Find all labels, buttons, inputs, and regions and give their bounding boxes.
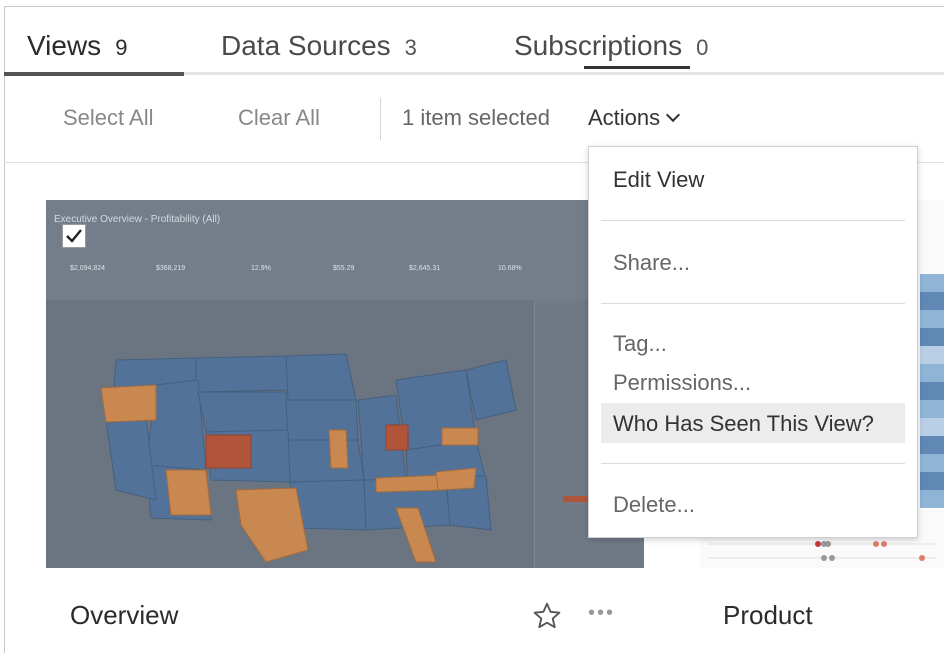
us-map-graphic	[46, 300, 534, 568]
tab-subscriptions-count: 0	[696, 35, 709, 60]
selection-status: 1 item selected	[402, 105, 550, 130]
thumbnail-kpi: $368,219	[156, 265, 186, 272]
tab-views[interactable]: Views 9	[27, 30, 127, 62]
grid-cell	[920, 490, 944, 509]
favorite-star-icon[interactable]	[531, 600, 563, 637]
menu-item-permissions[interactable]: Permissions...	[613, 370, 751, 396]
view-title-product[interactable]: Product	[723, 600, 813, 631]
view-title-overview[interactable]: Overview	[70, 600, 178, 631]
actions-active-underline	[584, 66, 690, 69]
grid-cell	[920, 292, 944, 311]
menu-divider	[601, 303, 905, 304]
grid-cell	[920, 454, 944, 473]
grid-cell	[920, 472, 944, 491]
tab-views-count: 9	[115, 35, 128, 60]
checkmark-icon	[66, 229, 82, 243]
tab-views-label: Views	[27, 30, 102, 61]
view-thumbnail-overview[interactable]: Executive Overview - Profitability (All)…	[46, 200, 644, 568]
thumbnail-kpi: $55.29	[333, 265, 355, 272]
thumbnail-kpi: 10.68%	[498, 265, 522, 272]
thumbnail-kpi: $2,094,824	[70, 265, 106, 272]
tab-subscriptions[interactable]: Subscriptions 0	[514, 30, 708, 62]
grid-cell	[920, 364, 944, 383]
select-checkbox[interactable]	[62, 224, 86, 248]
thumbnail-kpi: $2,645.31	[409, 265, 441, 272]
menu-item-edit-view[interactable]: Edit View	[613, 167, 704, 193]
grid-cell	[920, 310, 944, 329]
tab-data-sources[interactable]: Data Sources 3	[221, 30, 417, 62]
toolbar-separator	[380, 98, 381, 140]
menu-item-delete[interactable]: Delete...	[613, 492, 695, 518]
grid-cell	[920, 436, 944, 455]
grid-cell	[920, 274, 944, 293]
dot-plot-graphic	[708, 541, 936, 561]
menu-item-who-has-seen[interactable]: Who Has Seen This View?	[613, 411, 874, 437]
grid-cell	[920, 418, 944, 437]
tab-data-sources-label: Data Sources	[221, 30, 391, 61]
menu-item-tag[interactable]: Tag...	[613, 331, 667, 357]
menu-divider	[601, 463, 905, 464]
actions-button[interactable]: Actions	[588, 105, 681, 131]
more-actions-icon[interactable]: •••	[588, 602, 615, 625]
select-all-button[interactable]: Select All	[63, 105, 154, 131]
chevron-down-icon	[666, 107, 681, 123]
grid-cell	[920, 328, 944, 347]
tab-subscriptions-label: Subscriptions	[514, 30, 683, 61]
tab-data-sources-count: 3	[404, 35, 417, 60]
actions-menu: Edit View Share... Tag... Permissions...…	[588, 146, 918, 538]
thumbnail-header: Executive Overview - Profitability (All)…	[46, 200, 644, 300]
grid-cell	[920, 382, 944, 401]
actions-label: Actions	[588, 105, 661, 130]
grid-cell	[920, 400, 944, 419]
clear-all-button[interactable]: Clear All	[238, 105, 320, 131]
grid-cell	[920, 346, 944, 365]
menu-divider	[601, 220, 905, 221]
menu-item-share[interactable]: Share...	[613, 250, 690, 276]
thumbnail-kpi: 12.9%	[251, 265, 271, 272]
tab-bar: Views 9 Data Sources 3 Subscriptions 0	[4, 6, 944, 76]
